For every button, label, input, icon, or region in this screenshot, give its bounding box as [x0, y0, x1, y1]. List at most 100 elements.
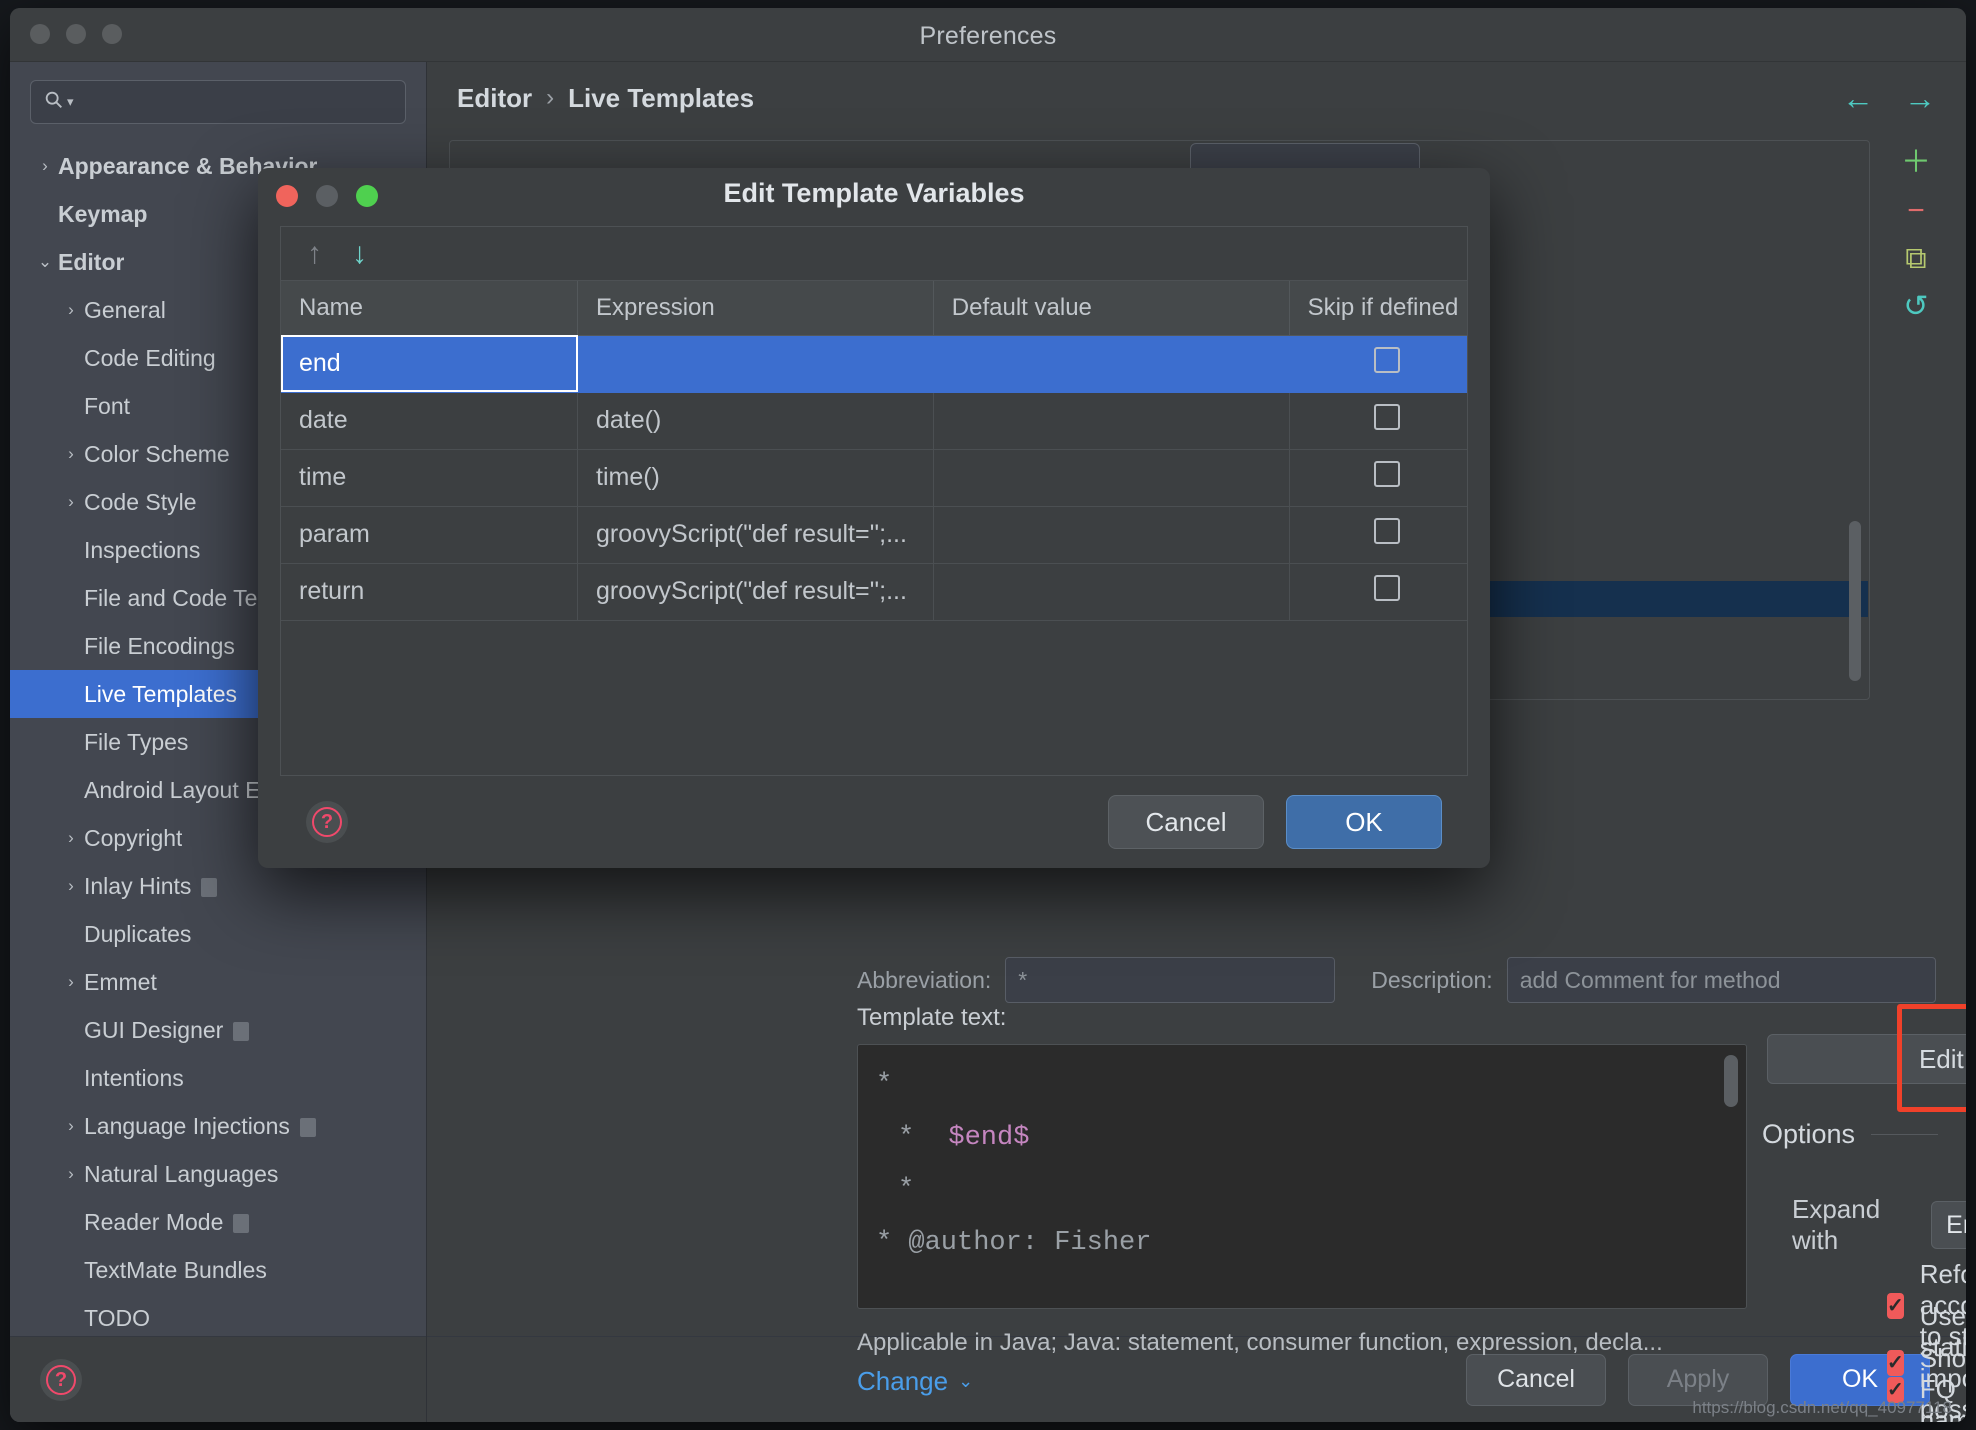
variables-table[interactable]: Name Expression Default value Skip if de… — [281, 281, 1467, 621]
sidebar-item-emmet[interactable]: › Emmet — [10, 958, 426, 1006]
column-header-skip[interactable]: Skip if defined — [1289, 281, 1467, 336]
table-row[interactable]: return groovyScript("def result='';... — [281, 563, 1467, 621]
sidebar-item-textmate-bundles[interactable]: ›TextMate Bundles — [10, 1246, 426, 1294]
revert-icon[interactable]: ↺ — [1903, 292, 1928, 322]
change-context-link[interactable]: Change ⌄ — [857, 1366, 973, 1397]
edit-template-variables-dialog: Edit Template Variables ↑ ↓ Name Express… — [258, 168, 1490, 868]
abbreviation-field[interactable]: * — [1005, 957, 1336, 1003]
cell-default-value[interactable] — [933, 335, 1290, 393]
cell-skip-if-defined[interactable] — [1289, 506, 1467, 564]
window-titlebar: Preferences — [10, 8, 1966, 62]
question-mark-icon: ? — [46, 1364, 76, 1395]
cell-expression[interactable]: time() — [577, 449, 934, 507]
sidebar-item-gui-designer[interactable]: ›GUI Designer — [10, 1006, 426, 1054]
help-button[interactable]: ? — [40, 1358, 82, 1401]
cell-name[interactable]: param — [281, 506, 578, 564]
chevron-right-icon[interactable]: › — [58, 972, 84, 992]
cell-default-value[interactable] — [933, 449, 1290, 507]
code-line-2-prefix: * — [898, 1122, 915, 1153]
checkbox-unchecked-icon[interactable] — [1374, 518, 1401, 544]
forward-arrow-icon[interactable]: → — [1904, 82, 1936, 114]
cell-default-value[interactable] — [933, 392, 1290, 450]
sidebar-item-label: Color Scheme — [84, 440, 230, 467]
cell-name[interactable]: end — [281, 335, 578, 393]
column-header-expression[interactable]: Expression — [577, 281, 934, 336]
options-section-header: Options — [1762, 1119, 1938, 1150]
sidebar-item-todo[interactable]: ›TODO — [10, 1294, 426, 1336]
table-row[interactable]: time time() — [281, 449, 1467, 507]
sidebar-item-label: Emmet — [84, 968, 157, 995]
back-arrow-icon[interactable]: ← — [1842, 82, 1874, 114]
dialog-ok-button[interactable]: OK — [1286, 795, 1442, 849]
remove-icon[interactable]: − — [1907, 196, 1925, 226]
sidebar-item-label: Code Editing — [84, 344, 216, 371]
chevron-right-icon[interactable]: › — [58, 876, 84, 896]
templates-list-scrollbar[interactable] — [1849, 521, 1861, 681]
sidebar-item-reader-mode[interactable]: ›Reader Mode — [10, 1198, 426, 1246]
move-down-icon[interactable]: ↓ — [352, 238, 367, 269]
cell-skip-if-defined[interactable] — [1289, 449, 1467, 507]
breadcrumb-parent[interactable]: Editor — [457, 83, 532, 114]
chevron-right-icon[interactable]: › — [58, 444, 84, 464]
checkbox-unchecked-icon[interactable] — [1374, 347, 1401, 373]
column-header-default[interactable]: Default value — [933, 281, 1290, 336]
checkbox-unchecked-icon[interactable] — [1374, 404, 1401, 430]
cell-default-value[interactable] — [933, 506, 1290, 564]
cell-expression[interactable] — [577, 335, 934, 393]
cell-skip-if-defined[interactable] — [1289, 335, 1467, 393]
table-row[interactable]: date date() — [281, 392, 1467, 450]
cancel-button[interactable]: Cancel — [1466, 1353, 1606, 1406]
column-header-name[interactable]: Name — [281, 281, 578, 336]
table-row[interactable]: param groovyScript("def result='';... — [281, 506, 1467, 564]
abbreviation-label: Abbreviation: — [857, 966, 992, 993]
cell-expression[interactable]: date() — [577, 392, 934, 450]
move-up-icon[interactable]: ↑ — [307, 238, 322, 269]
chevron-right-icon[interactable]: › — [32, 156, 58, 176]
options-divider — [1871, 1134, 1938, 1135]
template-editor-scrollbar[interactable] — [1724, 1055, 1738, 1107]
dialog-body: ↑ ↓ Name Expression Default value Skip i… — [258, 226, 1490, 868]
dialog-cancel-button[interactable]: Cancel — [1108, 795, 1264, 849]
sidebar-item-language-injections[interactable]: › Language Injections — [10, 1102, 426, 1150]
cell-expression[interactable]: groovyScript("def result='';... — [577, 506, 934, 564]
template-text-editor[interactable]: * * $end$ * * @author: Fisher — [857, 1044, 1747, 1309]
add-icon[interactable]: ＋ — [1901, 148, 1931, 178]
cell-expression[interactable]: groovyScript("def result='';... — [577, 563, 934, 621]
chevron-right-icon[interactable]: › — [58, 492, 84, 512]
sidebar-item-label: Copyright — [84, 824, 183, 851]
chevron-down-icon[interactable]: ⌄ — [32, 252, 58, 272]
checkbox-unchecked-icon[interactable] — [1374, 461, 1401, 487]
chevron-right-icon[interactable]: › — [58, 828, 84, 848]
sidebar-item-intentions[interactable]: ›Intentions — [10, 1054, 426, 1102]
cell-name[interactable]: date — [281, 392, 578, 450]
sidebar-item-inlay-hints[interactable]: › Inlay Hints — [10, 862, 426, 910]
chevron-right-icon[interactable]: › — [58, 300, 84, 320]
search-input[interactable] — [79, 91, 393, 113]
plugin-badge-icon — [201, 877, 218, 897]
expand-with-select[interactable]: Enter ▾ — [1931, 1201, 1966, 1249]
checkbox-unchecked-icon[interactable] — [1374, 575, 1401, 601]
dialog-help-button[interactable]: ? — [306, 801, 348, 843]
sidebar-item-duplicates[interactable]: ›Duplicates — [10, 910, 426, 958]
sidebar-item-label: Duplicates — [84, 920, 192, 947]
sidebar-item-natural-languages[interactable]: › Natural Languages — [10, 1150, 426, 1198]
edit-variables-button[interactable]: Edit variables — [1767, 1034, 1966, 1084]
breadcrumb: Editor › Live Templates ← → — [427, 62, 1966, 134]
cell-skip-if-defined[interactable] — [1289, 563, 1467, 621]
duplicate-icon[interactable]: ⧉ — [1905, 244, 1926, 274]
chevron-down-icon: ⌄ — [958, 1371, 974, 1391]
dialog-title: Edit Template Variables — [723, 178, 1025, 208]
code-line-3: * — [898, 1175, 915, 1206]
cell-name[interactable]: return — [281, 563, 578, 621]
chevron-right-icon[interactable]: › — [58, 1116, 84, 1136]
cell-name[interactable]: time — [281, 449, 578, 507]
search-dropdown-icon[interactable]: ▾ — [67, 94, 74, 110]
search-box[interactable]: ▾ — [30, 80, 406, 124]
sidebar-item-label: Inlay Hints — [84, 872, 192, 899]
table-row[interactable]: end — [281, 335, 1467, 393]
description-field[interactable]: add Comment for method — [1506, 957, 1936, 1003]
chevron-right-icon[interactable]: › — [58, 1164, 84, 1184]
cell-skip-if-defined[interactable] — [1289, 392, 1467, 450]
cell-default-value[interactable] — [933, 563, 1290, 621]
code-line-4: * @author: Fisher — [876, 1227, 1152, 1258]
